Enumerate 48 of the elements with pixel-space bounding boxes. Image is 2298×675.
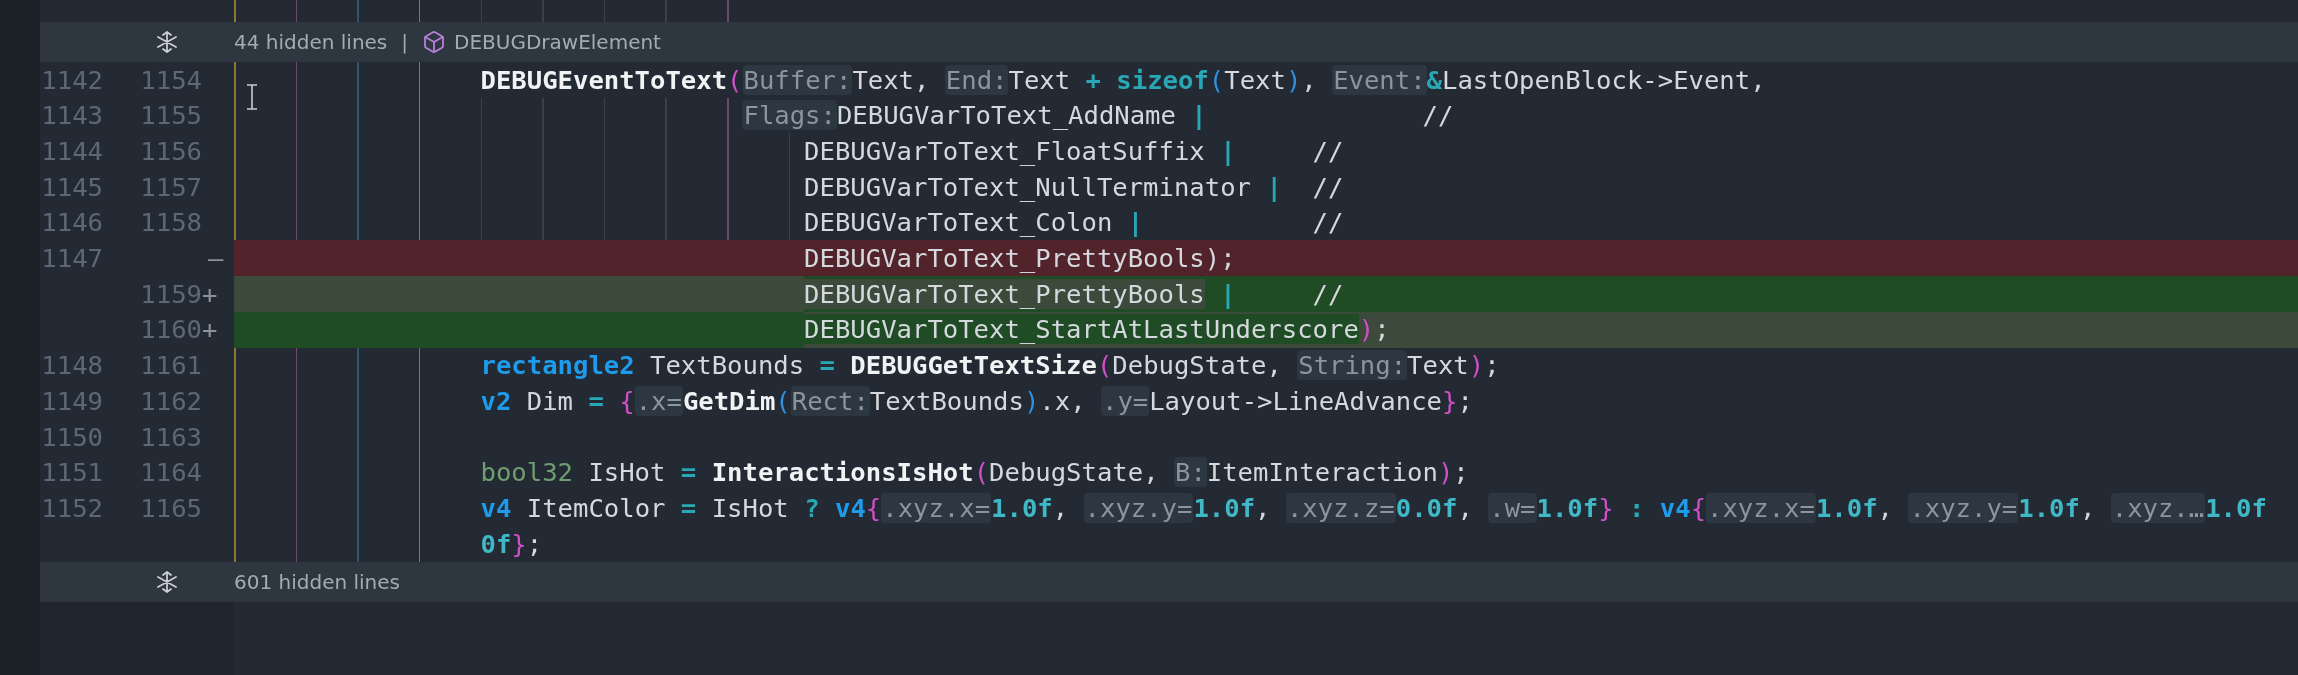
code-line: DEBUGVarToText_Colon | // <box>804 206 1344 240</box>
line-number: 1158 <box>140 206 202 240</box>
hidden-lines-label: 44 hidden lines <box>234 29 388 56</box>
line-number: 1150 <box>41 420 103 454</box>
line-number: 1160 <box>140 313 202 347</box>
code-line: DEBUGVarToText_FloatSuffix | // <box>804 135 1344 169</box>
line-number: 1163 <box>140 420 202 454</box>
symbol-name[interactable]: DEBUGDrawElement <box>454 27 661 57</box>
code-line: Flags:DEBUGVarToText_AddName | // <box>742 99 1454 133</box>
code-line: bool32 IsHot = InteractionsIsHot(DebugState, B:ItemInteraction); <box>480 456 1469 490</box>
line-number: 1146 <box>41 206 103 240</box>
unfold-icon[interactable] <box>155 30 179 54</box>
code-line: DEBUGVarToText_PrettyBools | // <box>804 277 1344 311</box>
separator-text: | <box>401 29 409 56</box>
code-line: v2 Dim = {.x=GetDim(Rect:TextBounds).x, .y=Layout->LineAdvance}; <box>480 384 1473 418</box>
line-number: 1162 <box>140 384 202 418</box>
line-number: 1143 <box>41 99 103 133</box>
text-cursor-icon <box>246 84 258 110</box>
line-number: 1159 <box>140 277 202 311</box>
line-number: 1152 <box>41 491 103 525</box>
fold-bar[interactable]: 44 hidden lines | DEBUGDrawElement <box>40 22 2298 62</box>
unfold-icon[interactable] <box>155 569 179 594</box>
line-number: 1142 <box>41 63 103 97</box>
line-number: 1149 <box>41 384 103 418</box>
line-number: 1145 <box>41 170 103 204</box>
code-line: DEBUGEventToText(Buffer:Text, End:Text + sizeof(Text), Event:&LastOpenBlock->Event, <box>480 63 1766 97</box>
code-line: DEBUGVarToText_PrettyBools); <box>804 242 1236 276</box>
line-number: 1155 <box>140 99 202 133</box>
hidden-lines-label: 601 hidden lines <box>234 568 400 596</box>
line-number: 1148 <box>41 349 103 383</box>
diff-marker: + <box>202 277 218 311</box>
line-number: 1165 <box>140 491 202 525</box>
line-number: 1147 <box>41 242 103 276</box>
cube-icon <box>422 30 447 54</box>
diff-marker: — <box>207 242 224 276</box>
fold-bar[interactable]: 601 hidden lines <box>40 561 2298 602</box>
code-line: v4 ItemColor = IsHot ? v4{.xyz.x=1.0f, .xyz.y=1.0f, .xyz.z=0.0f, .w=1.0f} : v4{.xyz.x=1.0f, .xyz.y=1.0f, .xyz.…1.0f <box>480 491 2267 525</box>
line-number: 1154 <box>140 63 202 97</box>
code-line: rectangle2 TextBounds = DEBUGGetTextSize(DebugState, String:Text); <box>480 349 1500 383</box>
line-number: 1156 <box>140 135 202 169</box>
line-number: 1151 <box>41 456 103 490</box>
code-line: DEBUGVarToText_NullTerminator | // <box>804 170 1344 204</box>
line-number: 1144 <box>41 135 103 169</box>
code-line: 0f}; <box>480 527 543 561</box>
diff-marker: + <box>202 313 218 347</box>
line-number: 1164 <box>140 456 202 490</box>
line-number: 1157 <box>140 170 202 204</box>
line-number: 1161 <box>140 349 202 383</box>
